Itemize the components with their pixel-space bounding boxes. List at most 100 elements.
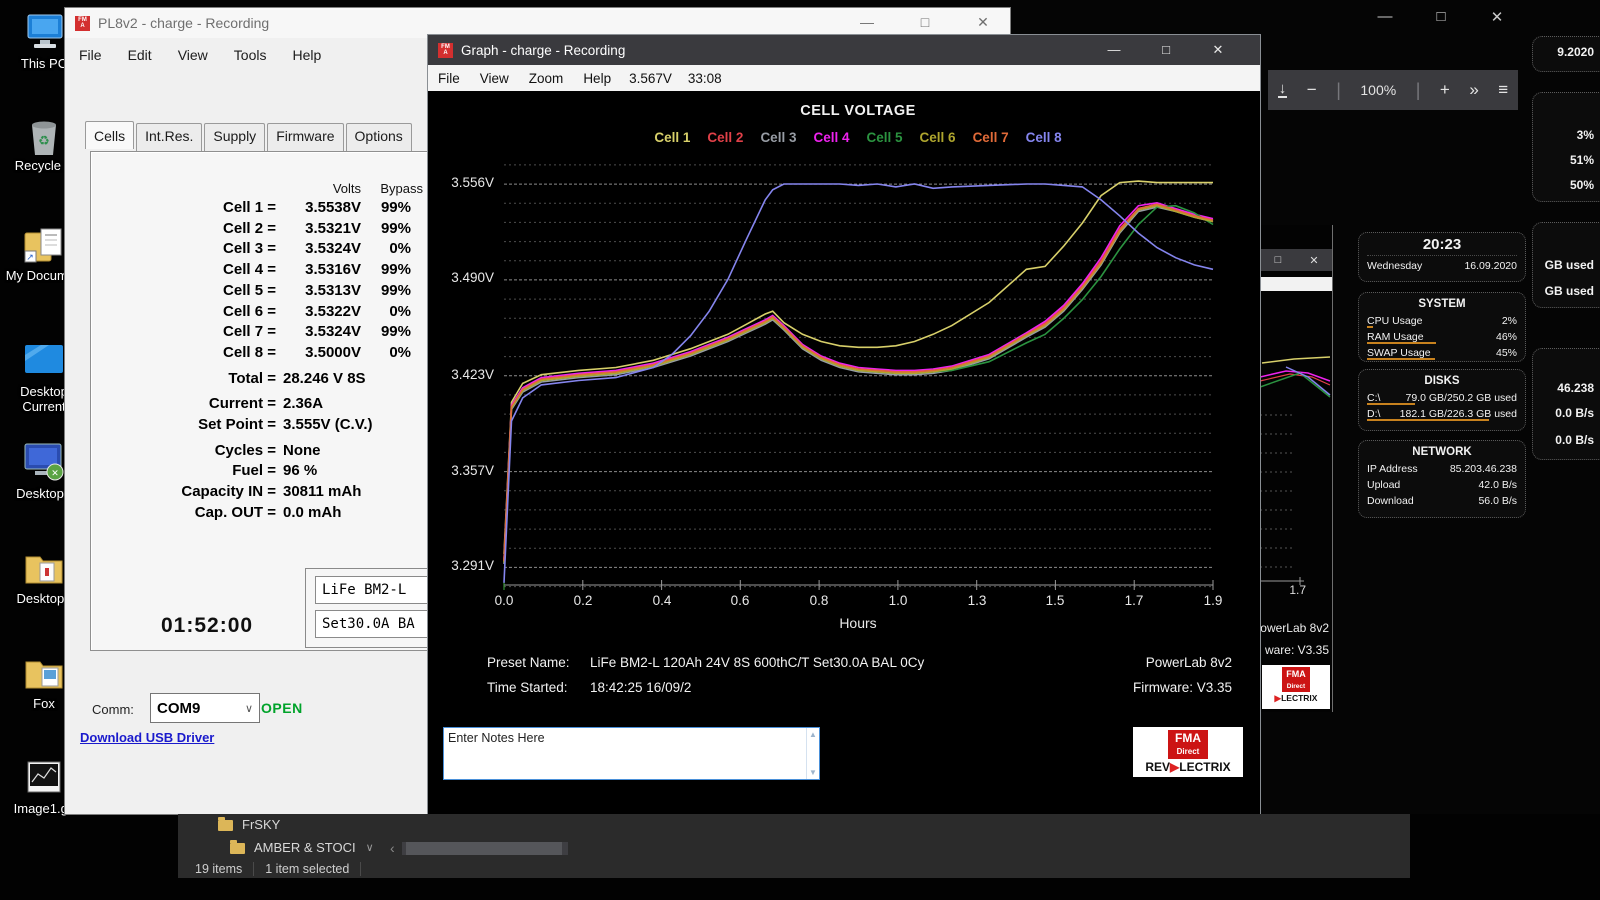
- summary-label: Cap. OUT =: [91, 503, 276, 524]
- notes-scrollbar[interactable]: ▲▼: [806, 728, 819, 779]
- tab-intres[interactable]: Int.Res.: [136, 123, 202, 151]
- network-row: Download 56.0 B/s: [1367, 493, 1517, 509]
- cell-label: Cell 8 =: [91, 343, 276, 364]
- minimize-icon[interactable]: —: [850, 14, 884, 31]
- disks-widget-title: DISKS: [1367, 373, 1517, 390]
- disks-value: 79.0 GB/250.2 GB used: [1406, 390, 1518, 406]
- pl8v2-window-controls: — □ ✕: [850, 14, 1000, 31]
- network-row: Upload 42.0 B/s: [1367, 477, 1517, 493]
- partial-widget-value: 46.238: [1557, 381, 1594, 395]
- system-value: 45%: [1496, 345, 1517, 361]
- viewer-zoom-toolbar: ↓ − | 100% | + » ≡: [1268, 70, 1518, 110]
- menu-file[interactable]: File: [428, 71, 470, 86]
- menu-edit[interactable]: Edit: [120, 44, 160, 66]
- close-icon[interactable]: ✕: [1482, 8, 1512, 26]
- cell-label: Cell 5 =: [91, 281, 276, 302]
- menu-view[interactable]: View: [170, 44, 216, 66]
- summary-value: 28.246 V 8S: [276, 369, 366, 390]
- device-label: PowerLab 8v2: [1032, 655, 1232, 670]
- network-row: IP Address 85.203.46.238: [1367, 461, 1517, 477]
- menu-tools[interactable]: Tools: [226, 44, 275, 66]
- menu-help[interactable]: Help: [284, 44, 329, 66]
- maximize-icon[interactable]: □: [908, 14, 942, 31]
- menu-view[interactable]: View: [470, 71, 519, 86]
- summary-value: 0.0 mAh: [276, 503, 341, 524]
- system-value: 46%: [1496, 329, 1517, 345]
- network-value: 56.0 B/s: [1478, 493, 1517, 509]
- y-tick-label: 3.291V: [436, 558, 494, 573]
- disks-row: D:\ 182.1 GB/226.3 GB used: [1367, 406, 1517, 422]
- pl8v2-window-title: PL8v2 - charge - Recording: [98, 15, 269, 31]
- close-icon[interactable]: ✕: [1192, 39, 1244, 61]
- partial-widget-value: 51%: [1570, 153, 1594, 167]
- summary-value: 96 %: [276, 461, 317, 482]
- zoom-out-icon[interactable]: −: [1307, 80, 1317, 100]
- scroll-up-icon: ▲: [809, 730, 817, 739]
- clock-time: 20:23: [1367, 236, 1517, 256]
- cell-label: Cell 6 =: [91, 302, 276, 323]
- voltage-readout: 3.567V: [621, 71, 680, 86]
- x-tick-label: 1.5: [1040, 593, 1070, 608]
- cell-bypass: 99%: [361, 219, 411, 240]
- fma-app-icon: FMA: [75, 16, 90, 31]
- svg-text:♻: ♻: [38, 133, 50, 148]
- menu-help[interactable]: Help: [573, 71, 621, 86]
- tab-cells[interactable]: Cells: [85, 121, 134, 149]
- x-tick-label: 0.6: [725, 593, 755, 608]
- maximize-icon[interactable]: □: [1426, 8, 1456, 26]
- cell-label: Cell 7 =: [91, 322, 276, 343]
- close-icon[interactable]: ✕: [1296, 254, 1332, 267]
- svg-text:✕: ✕: [51, 468, 59, 478]
- chevron-down-icon[interactable]: ∨: [366, 841, 374, 854]
- menu-zoom[interactable]: Zoom: [519, 71, 574, 86]
- y-tick-label: 3.490V: [436, 270, 494, 285]
- close-icon[interactable]: ✕: [966, 14, 1000, 31]
- usage-bar: [1367, 403, 1415, 405]
- tab-firmware[interactable]: Firmware: [267, 123, 343, 151]
- cell-label: Cell 2 =: [91, 219, 276, 240]
- fma-revolectrix-logo: FMADirect ▶LECTRIX: [1262, 665, 1330, 709]
- summary-label: Capacity IN =: [91, 482, 276, 503]
- zoom-in-icon[interactable]: +: [1440, 80, 1450, 100]
- status-item-count: 19 items: [195, 862, 242, 876]
- scroll-left-icon[interactable]: ‹: [390, 840, 395, 856]
- comm-port-select[interactable]: COM9 ∨: [150, 693, 260, 723]
- hamburger-menu-icon[interactable]: ≡: [1498, 80, 1508, 100]
- cell-volts: 3.5324V: [276, 322, 361, 343]
- cell-bypass: 99%: [361, 198, 411, 219]
- minimize-icon[interactable]: —: [1088, 39, 1140, 61]
- svg-text:↗: ↗: [26, 252, 34, 262]
- tree-item-amber[interactable]: AMBER & STOCI ∨: [230, 840, 374, 855]
- cell-label: Cell 1 =: [91, 198, 276, 219]
- maximize-icon[interactable]: □: [1260, 254, 1296, 266]
- partial-widget-value: 9.2020: [1557, 45, 1594, 59]
- usage-bar: [1367, 419, 1489, 421]
- menu-file[interactable]: File: [71, 44, 110, 66]
- notes-input[interactable]: Enter Notes Here ▲▼: [443, 727, 820, 780]
- toolbar-divider: |: [1416, 80, 1421, 101]
- cell-volts: 3.5000V: [276, 343, 361, 364]
- chevrons-icon[interactable]: »: [1469, 80, 1478, 100]
- network-value: 42.0 B/s: [1478, 477, 1517, 493]
- tree-item-frsky[interactable]: FrSKY: [218, 817, 280, 832]
- x-tick-label: 1.0: [883, 593, 913, 608]
- partial-widget-value: GB used: [1545, 258, 1594, 272]
- system-row: RAM Usage 46%: [1367, 329, 1517, 345]
- graph-window: FMA Graph - charge - Recording — □ ✕ Fil…: [428, 35, 1260, 823]
- maximize-icon[interactable]: □: [1140, 39, 1192, 61]
- network-label: Download: [1367, 493, 1414, 509]
- network-label: Upload: [1367, 477, 1400, 493]
- y-tick-label: 3.423V: [436, 367, 494, 382]
- summary-value: 3.555V (C.V.): [276, 415, 373, 436]
- scrollbar-thumb[interactable]: [406, 842, 562, 855]
- minimize-icon[interactable]: —: [1370, 8, 1400, 26]
- tab-supply[interactable]: Supply: [204, 123, 265, 151]
- system-row: SWAP Usage 45%: [1367, 345, 1517, 361]
- volts-header: Volts: [276, 180, 361, 198]
- horizontal-scrollbar[interactable]: [402, 842, 568, 855]
- tab-options[interactable]: Options: [346, 123, 412, 151]
- chevron-down-icon: ∨: [245, 702, 253, 715]
- disks-row: C:\ 79.0 GB/250.2 GB used: [1367, 390, 1517, 406]
- download-icon[interactable]: ↓: [1278, 82, 1288, 98]
- usb-driver-link[interactable]: Download USB Driver: [80, 730, 214, 745]
